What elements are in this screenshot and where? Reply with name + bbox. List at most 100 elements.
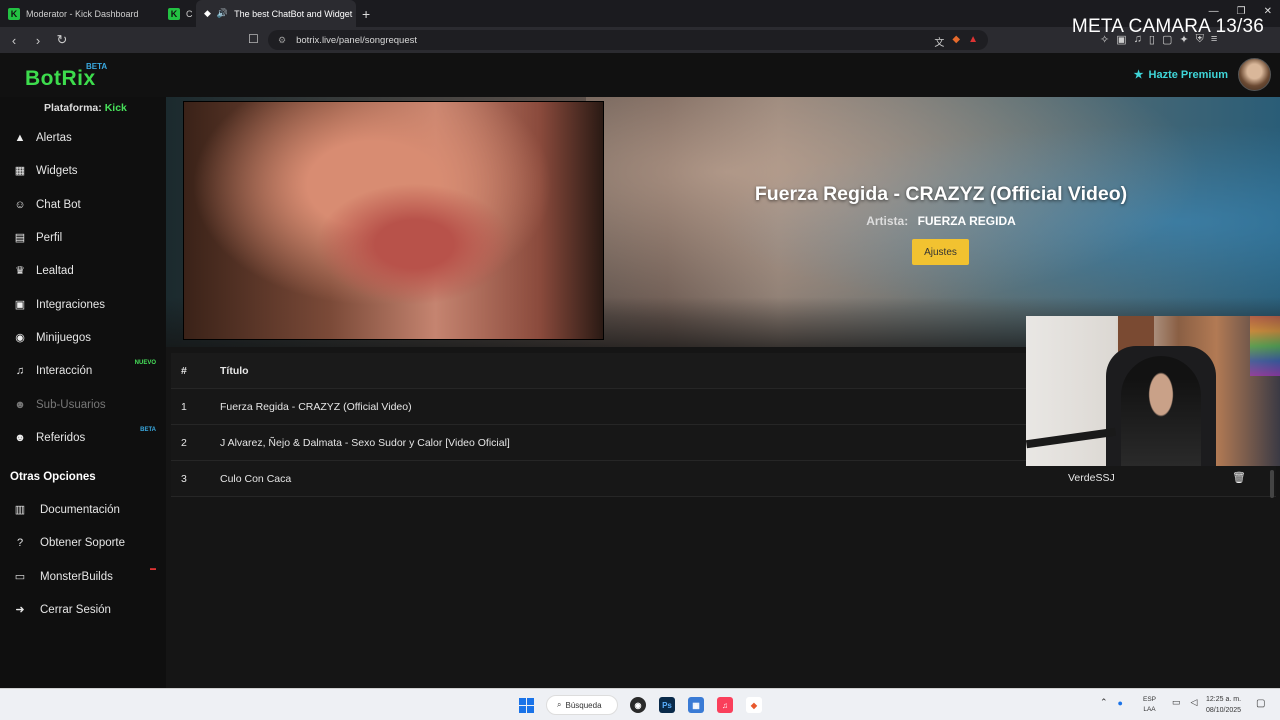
sidebar-item-documentacion[interactable]: ▥ Documentación (0, 493, 166, 526)
network-icon[interactable]: ▭ (1172, 697, 1181, 708)
now-playing-title: Fuerza Regida - CRAZYZ (Official Video) (754, 183, 1128, 205)
music-app-icon[interactable]: ♫ (717, 697, 733, 713)
brave-browser-icon[interactable]: ◆ (746, 697, 762, 713)
trophy-icon: ♛ (15, 265, 25, 277)
sidebar-item-lealtad[interactable]: ♛ Lealtad (0, 254, 166, 287)
site-info-icon[interactable]: ⚙ (278, 35, 286, 46)
sidebar-item-label: Referidos (36, 431, 86, 444)
clock-date: 08/10/2025 (1206, 707, 1242, 714)
notification-icon[interactable]: ▢ (1256, 698, 1265, 709)
id-card-icon: ▤ (14, 232, 26, 244)
new-tab-button[interactable]: + (362, 6, 370, 22)
laptop-icon: ▭ (14, 571, 26, 583)
sidebar-item-integraciones[interactable]: ▣ Integraciones (0, 288, 166, 321)
chevron-up-icon[interactable]: ⌃ (1100, 697, 1108, 708)
warning-icon: ▲ (14, 131, 26, 144)
sidebar-item-referidos[interactable]: ☻ Referidos BETA (0, 421, 166, 454)
settings-button[interactable]: Ajustes (912, 239, 969, 265)
brave-shield-icon[interactable]: ◆ (952, 34, 960, 49)
clock[interactable]: 12:25 a. m. 08/10/2025 (1206, 694, 1241, 716)
audio-icon: 🔊 (216, 8, 229, 18)
music-icon: ♫ (15, 364, 25, 377)
sidebar-item-label: Sub-Usuarios (36, 398, 106, 411)
tab-botrix[interactable]: ◆ 🔊 The best ChatBot and Widget ✕ (196, 0, 356, 27)
close-window-icon[interactable]: ✕ (1264, 6, 1272, 17)
url-input[interactable]: ⚙ botrix.live/panel/songrequest 文 ◆ ▲ (268, 30, 988, 50)
row-num: 3 (181, 472, 187, 485)
trash-icon[interactable]: 🗑 (1232, 471, 1246, 484)
webcam-mic-arm (1026, 427, 1117, 449)
taskbar-search[interactable]: ⌕ Búsqueda (546, 695, 618, 715)
row-requester: VerdeSSJ (1068, 472, 1115, 484)
sidebar-item-label: Obtener Soporte (40, 536, 126, 549)
cube-icon: ▣ (14, 299, 26, 311)
tab-kick-second[interactable]: K C (160, 0, 196, 27)
app-header: BotRix BETA ★ Hazte Premium (0, 53, 1280, 97)
search-label: Búsqueda (565, 700, 602, 710)
premium-button[interactable]: ★ Hazte Premium (1134, 68, 1228, 82)
robot-icon: ☺ (14, 198, 26, 211)
logout-icon: ➜ (15, 604, 25, 616)
artist-label: Artista: (866, 214, 909, 228)
premium-label: Hazte Premium (1148, 68, 1228, 81)
url-bar-icons: 文 ◆ ▲ (934, 34, 978, 49)
now-playing-hero: Fuerza Regida - CRAZYZ (Official Video) … (166, 97, 1280, 347)
volume-icon[interactable]: ◁ (1191, 697, 1198, 708)
users-icon: ☻ (14, 398, 26, 411)
back-icon[interactable]: ‹ (4, 33, 24, 48)
tab-label: Moderator - Kick Dashboard (26, 8, 139, 19)
sidebar-item-label: Documentación (40, 503, 120, 516)
webcam-overlay (1026, 316, 1280, 466)
translate-icon[interactable]: 文 (934, 34, 944, 49)
forward-icon[interactable]: › (28, 33, 48, 48)
microphone-icon[interactable]: ● (1118, 698, 1123, 708)
sidebar-item-label: Alertas (36, 131, 72, 144)
sidebar-item-label: Widgets (36, 164, 78, 177)
avatar[interactable] (1238, 58, 1271, 91)
sidebar-item-label: Chat Bot (36, 198, 81, 211)
brave-rewards-icon[interactable]: ▲ (968, 34, 978, 49)
sidebar-item-sub-usuarios[interactable]: ☻ Sub-Usuarios (0, 388, 166, 421)
sidebar-item-perfil[interactable]: ▤ Perfil (0, 221, 166, 254)
sidebar-item-chat-bot[interactable]: ☺ Chat Bot (0, 188, 166, 221)
tab-label: C (186, 8, 193, 19)
url-text: botrix.live/panel/songrequest (296, 34, 418, 46)
tab-kick-dashboard[interactable]: K Moderator - Kick Dashboard (0, 0, 160, 27)
sidebar: Plataforma: Kick ▲ Alertas ▦ Widgets ☺ C… (0, 97, 166, 688)
language-indicator[interactable]: ESP LAA (1143, 695, 1156, 715)
webcam-flag (1250, 316, 1280, 376)
sidebar-item-label: Perfil (36, 231, 63, 244)
sidebar-item-label: MonsterBuilds (40, 570, 113, 583)
sidebar-item-widgets[interactable]: ▦ Widgets (0, 154, 166, 187)
beta-badge: BETA (140, 427, 156, 433)
sidebar-item-soporte[interactable]: ? Obtener Soporte (0, 526, 166, 559)
gamepad-icon: ◉ (15, 332, 25, 344)
bookmark-icon[interactable]: ☐ (248, 32, 259, 46)
sidebar-item-label: Lealtad (36, 264, 74, 277)
video-player[interactable] (183, 101, 604, 340)
platform-indicator: Plataforma: Kick (44, 102, 127, 114)
users-icon: ☻ (14, 431, 26, 444)
sidebar-item-interaccion[interactable]: ♫ Interacción NUEVO (0, 354, 166, 387)
photoshop-icon[interactable]: Ps (659, 697, 675, 713)
sidebar-item-alertas[interactable]: ▲ Alertas (0, 121, 166, 154)
table-row[interactable]: 3 Culo Con Caca VerdeSSJ 🗑 (171, 461, 1276, 497)
store-icon[interactable]: ▦ (688, 697, 704, 713)
reload-icon[interactable]: ↻ (52, 32, 72, 48)
sidebar-item-label: Integraciones (36, 298, 106, 311)
app-icon[interactable]: ◉ (630, 697, 646, 713)
kick-icon: K (8, 7, 20, 20)
platform-label: Plataforma: (44, 102, 102, 114)
sidebar-item-cerrar-sesion[interactable]: ➜ Cerrar Sesión (0, 593, 166, 626)
row-title: Culo Con Caca (220, 472, 292, 485)
search-icon: ⌕ (557, 700, 562, 709)
help-icon: ? (16, 536, 24, 549)
scrollbar[interactable] (1270, 470, 1274, 498)
windows-start-icon[interactable] (519, 698, 534, 713)
sidebar-item-monsterbuilds[interactable]: ▭ MonsterBuilds ▬ (0, 560, 166, 593)
row-num: 2 (181, 436, 187, 449)
kick-icon: K (168, 7, 180, 20)
lang-top: ESP (1143, 696, 1157, 703)
sidebar-item-minijuegos[interactable]: ◉ Minijuegos (0, 321, 166, 354)
stream-overlay-text: META CAMARA 13/36 (1071, 16, 1264, 37)
